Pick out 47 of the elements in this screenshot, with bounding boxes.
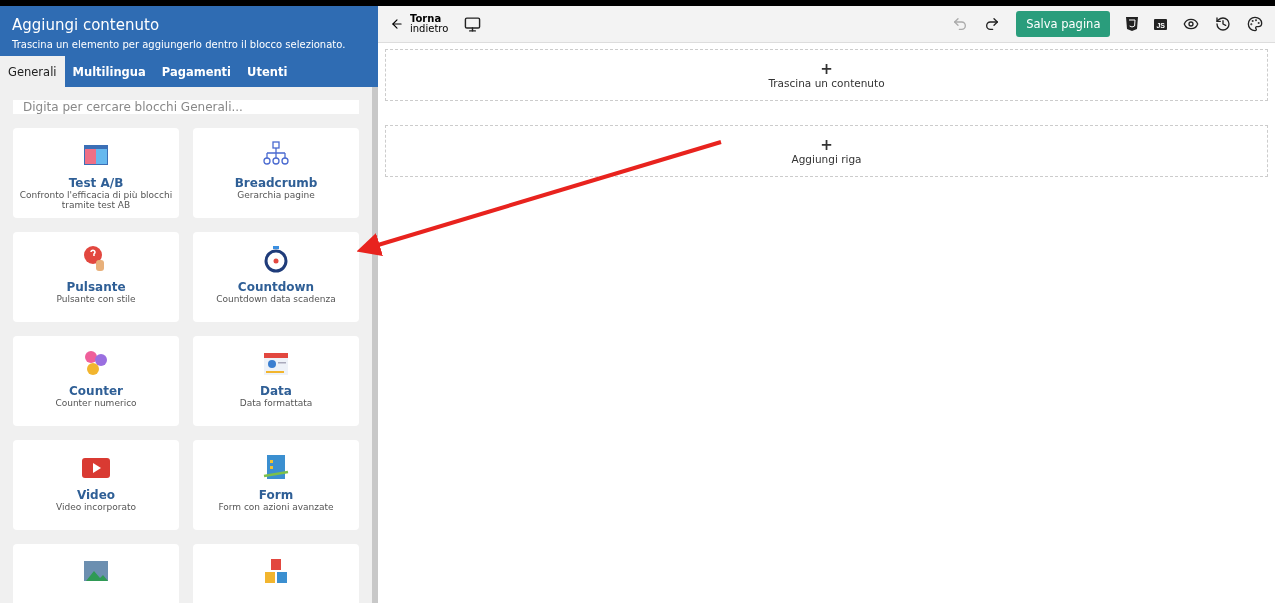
palette-icon [1247, 16, 1263, 32]
block-card[interactable]: Counter Counter numerico [13, 336, 179, 426]
sidebar-title: Aggiungi contenuto [12, 16, 161, 34]
block-title: Breadcrumb [234, 176, 318, 190]
block-title: Test A/B [68, 176, 124, 190]
block-card[interactable]: Data Data formattata [193, 336, 359, 426]
block-description: Counter numerico [54, 398, 138, 408]
block-title: Countdown [237, 280, 315, 294]
tab[interactable]: Pagamenti [153, 56, 240, 87]
block-title: Pulsante [66, 280, 126, 294]
shield-icon [1126, 17, 1139, 31]
block-card[interactable]: Video Video incorporato [13, 440, 179, 530]
block-card[interactable]: Test A/B Confronto l'efficacia di più blocchi tramite test AB [13, 128, 179, 218]
block-description: Video incorporato [55, 502, 137, 512]
history-icon [1215, 16, 1231, 32]
block-description: Data formattata [238, 398, 314, 408]
block-card[interactable]: Form Form con azioni avanzate [193, 440, 359, 530]
drop-zone-label: Aggiungi riga [791, 152, 862, 165]
back-button[interactable]: Torna indietro [384, 14, 455, 34]
drop-zone-label: Trascina un contenuto [768, 76, 885, 89]
redo-icon [984, 16, 1001, 32]
plus-icon: + [820, 137, 833, 153]
block-card[interactable]: Breadcrumb Gerarchia pagine [193, 128, 359, 218]
undo-icon [952, 16, 969, 32]
block-title: Video [76, 488, 116, 502]
block-title: Counter [69, 384, 123, 398]
sidebar-subtitle: Trascina un elemento per aggiungerlo dentro il blocco selezionato. [12, 39, 347, 50]
search-field[interactable]: Digita per cercare blocchi Generali... [13, 100, 359, 114]
block-title: Data [260, 384, 292, 398]
plus-icon: + [820, 61, 833, 77]
drop-zone[interactable]: + Trascina un contenuto [385, 49, 1268, 101]
monitor-icon [464, 15, 482, 33]
tab[interactable]: Utenti [239, 56, 296, 87]
eye-icon [1183, 16, 1199, 32]
block-description: Confronto l'efficacia di più blocchi tramite test AB [18, 190, 174, 210]
block-card[interactable]: Pulsante Pulsante con stile [13, 232, 179, 322]
block-card[interactable]: Countdown Countdown data scadenza [193, 232, 359, 322]
block-description: Form con azioni avanzate [217, 502, 335, 512]
tab[interactable]: Multilingua [64, 56, 154, 87]
tab[interactable]: Generali [0, 56, 65, 87]
notebook-icon [261, 452, 291, 482]
block-description: Countdown data scadenza [215, 294, 337, 304]
drop-zone[interactable]: + Aggiungi riga [385, 125, 1268, 177]
scrollbar[interactable] [372, 87, 378, 603]
block-title: Form [258, 488, 294, 502]
block-description: Pulsante con stile [55, 294, 137, 304]
block-description: Gerarchia pagine [236, 190, 316, 200]
